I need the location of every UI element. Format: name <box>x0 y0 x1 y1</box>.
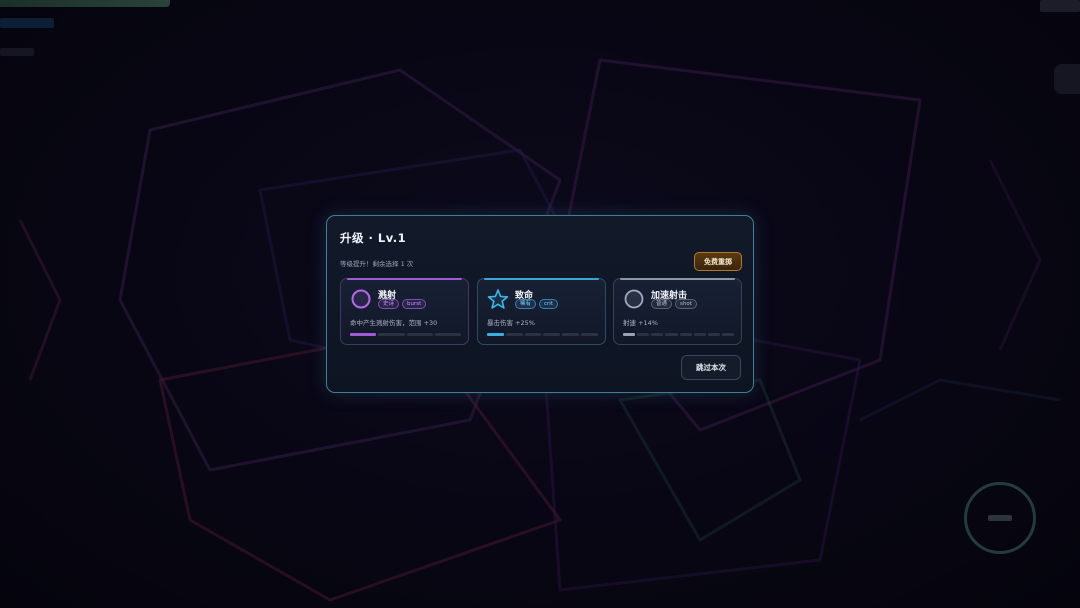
hud-counter <box>1040 0 1080 12</box>
level-pip-empty <box>651 333 664 336</box>
level-pip-empty <box>524 333 542 336</box>
card-accent-line <box>620 278 735 280</box>
dialog-title: 升级 · Lv.1 <box>340 231 407 245</box>
level-pip-filled <box>623 333 636 336</box>
level-progress <box>487 333 598 336</box>
circle-icon <box>624 289 644 309</box>
upgrade-card-splash[interactable]: 溅射 史诗 burst 命中产生溅射伤害，范围 +30 <box>340 278 469 345</box>
rarity-badge: 普通 <box>651 299 673 309</box>
pause-button[interactable] <box>1054 64 1080 94</box>
card-description: 暴击伤害 +25% <box>487 319 535 327</box>
reroll-button[interactable]: 免费重掷 <box>694 252 742 271</box>
level-pip-empty <box>679 333 692 336</box>
level-pip-empty <box>581 333 598 336</box>
level-pip-empty <box>543 333 561 336</box>
level-pip-empty <box>665 333 678 336</box>
level-pip-filled <box>487 333 504 336</box>
card-accent-line <box>484 278 599 280</box>
level-pip-empty <box>562 333 580 336</box>
level-pip-empty <box>505 333 523 336</box>
health-bar <box>0 0 170 7</box>
card-description: 命中产生溅射伤害，范围 +30 <box>350 319 438 327</box>
tag-badge: crit <box>539 299 558 309</box>
level-pip-empty <box>693 333 706 336</box>
circle-icon <box>351 289 371 309</box>
fire-joystick[interactable] <box>964 482 1036 554</box>
level-progress <box>350 333 461 336</box>
tag-badge: shot <box>675 299 697 309</box>
level-pip-filled <box>350 333 377 336</box>
hud-status-tag <box>0 18 54 28</box>
joystick-label <box>988 515 1012 521</box>
tag-badge: burst <box>402 299 427 309</box>
level-pip-empty <box>721 333 734 336</box>
game-scene: 升级 · Lv.1 等级提升！剩余选择 1 次 免费重掷 溅射 史诗 burst… <box>0 0 1080 608</box>
upgrade-card-rapid-fire[interactable]: 加速射击 普通 shot 射速 +14% <box>613 278 742 345</box>
level-pip-empty <box>378 333 405 336</box>
card-description: 射速 +14% <box>623 319 658 327</box>
upgrade-card-lethal[interactable]: 致命 稀有 crit 暴击伤害 +25% <box>477 278 606 345</box>
hud-status-text <box>0 48 34 56</box>
level-pip-empty <box>406 333 433 336</box>
rarity-badge: 稀有 <box>515 299 537 309</box>
level-pip-empty <box>707 333 720 336</box>
upgrade-dialog: 升级 · Lv.1 等级提升！剩余选择 1 次 免费重掷 溅射 史诗 burst… <box>326 215 754 393</box>
rarity-badge: 史诗 <box>378 299 400 309</box>
star-icon <box>487 289 509 309</box>
level-pip-empty <box>434 333 461 336</box>
skip-button[interactable]: 跳过本次 <box>681 355 741 380</box>
dialog-subtitle: 等级提升！剩余选择 1 次 <box>340 260 414 268</box>
level-progress <box>623 333 734 336</box>
level-pip-empty <box>637 333 650 336</box>
card-accent-line <box>347 278 462 280</box>
